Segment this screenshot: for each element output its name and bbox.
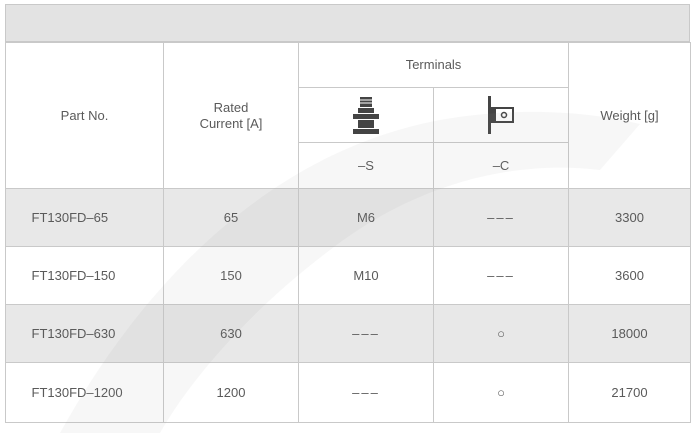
table-row: FT130FD–630 630 ––– ○ 18000	[5, 304, 691, 363]
header-terminals: Terminals	[298, 42, 569, 88]
table-row: FT130FD–150 150 M10 ––– 3600	[5, 246, 691, 305]
header-rated-current-line1: Rated	[213, 99, 249, 115]
table-row: FT130FD–1200 1200 ––– ○ 21700	[5, 362, 691, 423]
table-row: FT130FD–65 65 M6 ––– 3300	[5, 188, 691, 247]
cell-terminal-c: ○	[433, 304, 569, 363]
spec-table: Part No. Rated Current [A] Terminals Wei…	[5, 42, 691, 423]
flag-terminal-icon	[433, 87, 569, 143]
cell-part-no: FT130FD–630	[5, 304, 164, 363]
header-weight: Weight [g]	[568, 42, 691, 189]
header-terminal-s: –S	[298, 142, 434, 189]
stud-terminal-icon	[298, 87, 434, 143]
cell-terminal-s: M10	[298, 246, 434, 305]
cell-terminal-c: –––	[433, 188, 569, 247]
header-part-no: Part No.	[5, 42, 164, 189]
cell-rated-current: 150	[163, 246, 299, 305]
part-no-text: FT130FD–630	[31, 325, 116, 341]
part-no-text: FT130FD–1200	[31, 384, 123, 400]
part-no-text: FT130FD–150	[31, 267, 116, 283]
cell-part-no: FT130FD–1200	[5, 362, 164, 423]
header-band	[5, 4, 690, 42]
header-rated-current: Rated Current [A]	[163, 42, 299, 189]
header-row-1: Part No. Rated Current [A] Terminals Wei…	[5, 42, 691, 189]
cell-terminal-s: –––	[298, 304, 434, 363]
cell-weight: 3600	[568, 246, 691, 305]
cell-rated-current: 630	[163, 304, 299, 363]
header-terminal-c: –C	[433, 142, 569, 189]
cell-part-no: FT130FD–150	[5, 246, 164, 305]
cell-weight: 3300	[568, 188, 691, 247]
page: Part No. Rated Current [A] Terminals Wei…	[0, 0, 694, 433]
cell-terminal-s: –––	[298, 362, 434, 423]
cell-rated-current: 1200	[163, 362, 299, 423]
part-no-text: FT130FD–65	[31, 209, 109, 225]
cell-terminal-c: –––	[433, 246, 569, 305]
cell-part-no: FT130FD–65	[5, 188, 164, 247]
header-rated-current-line2: Current [A]	[199, 115, 263, 131]
cell-terminal-s: M6	[298, 188, 434, 247]
cell-terminal-c: ○	[433, 362, 569, 423]
cell-weight: 21700	[568, 362, 691, 423]
cell-rated-current: 65	[163, 188, 299, 247]
cell-weight: 18000	[568, 304, 691, 363]
